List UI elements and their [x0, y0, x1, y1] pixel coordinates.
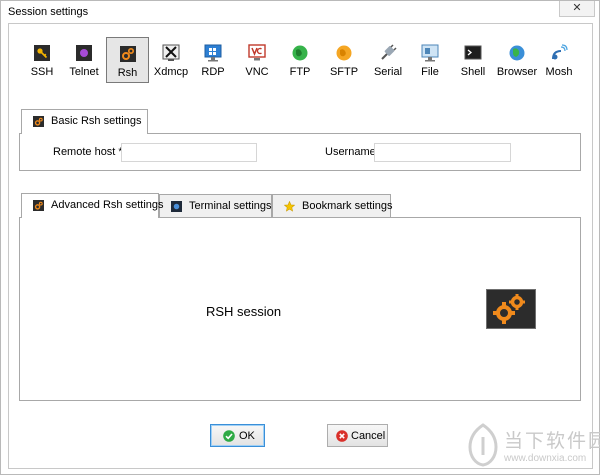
username-label: Username: [325, 146, 376, 158]
session-type-toolbar: SSH Telnet Rsh Xdmcp RDP VNC FTP SFTP Se…: [18, 37, 578, 85]
remote-host-label: Remote host *: [53, 146, 123, 158]
terminal-icon: [171, 201, 182, 212]
serial-plug-icon: [381, 44, 397, 60]
rsh-session-gears-icon: [486, 289, 536, 329]
toolbar-label: Telnet: [69, 66, 99, 78]
session-type-file[interactable]: File: [410, 37, 450, 83]
rsh-gears-icon: [119, 46, 136, 62]
telnet-icon: [76, 45, 92, 61]
session-type-vnc[interactable]: VNC: [237, 37, 277, 83]
sftp-icon: [336, 45, 352, 61]
watermark-logo-icon: [468, 423, 498, 467]
tab-terminal-settings[interactable]: Terminal settings: [159, 194, 272, 218]
toolbar-label: RDP: [201, 66, 225, 78]
watermark-text: 当下软件园: [504, 431, 600, 452]
rdp-monitor-icon: [204, 44, 222, 62]
watermark: 当下软件园 www.downxia.com: [466, 423, 600, 471]
ftp-globe-icon: [292, 45, 308, 61]
shell-terminal-icon: [464, 45, 482, 60]
vnc-icon: [248, 44, 266, 61]
session-type-ftp[interactable]: FTP: [281, 37, 319, 83]
username-input[interactable]: [374, 143, 511, 162]
session-type-browser[interactable]: Browser: [495, 37, 539, 83]
watermark-url: www.downxia.com: [504, 453, 587, 464]
session-type-sftp[interactable]: SFTP: [323, 37, 365, 83]
session-type-xdmcp[interactable]: Xdmcp: [151, 37, 191, 83]
tab-label: Terminal settings: [189, 200, 272, 212]
close-button[interactable]: ✕: [559, 1, 595, 17]
toolbar-label: SFTP: [329, 66, 359, 78]
tab-label: Advanced Rsh settings: [51, 199, 164, 211]
close-icon: ✕: [572, 2, 582, 14]
toolbar-label: VNC: [245, 66, 269, 78]
ok-button[interactable]: OK: [210, 424, 265, 447]
session-type-mosh[interactable]: Mosh: [541, 37, 577, 83]
tab-basic-rsh-settings[interactable]: Basic Rsh settings: [21, 109, 148, 134]
file-monitor-icon: [421, 44, 439, 62]
ok-label: OK: [239, 430, 255, 442]
toolbar-label: File: [421, 66, 439, 78]
tab-label: Basic Rsh settings: [51, 115, 142, 127]
session-type-telnet[interactable]: Telnet: [64, 37, 104, 83]
toolbar-label: Xdmcp: [153, 66, 189, 78]
cancel-label: Cancel: [351, 430, 386, 442]
checkmark-icon: [223, 430, 235, 442]
star-icon: [284, 201, 295, 212]
rsh-gears-icon: [33, 116, 44, 127]
toolbar-label: SSH: [30, 66, 54, 78]
session-type-ssh[interactable]: SSH: [22, 37, 62, 83]
tab-label: Bookmark settings: [302, 200, 393, 212]
gears-icon: [33, 200, 44, 211]
toolbar-label: Serial: [373, 66, 403, 78]
cancel-button[interactable]: Cancel: [327, 424, 388, 447]
tab-bookmark-settings[interactable]: Bookmark settings: [272, 194, 393, 218]
session-settings-window: Session settings ✕ SSH Telnet Rsh Xdmcp …: [0, 0, 600, 475]
toolbar-label: Shell: [460, 66, 486, 78]
ssh-key-icon: [34, 45, 50, 61]
mosh-satellite-icon: [552, 44, 568, 60]
remote-host-input[interactable]: [121, 143, 257, 162]
session-type-rsh[interactable]: Rsh: [106, 37, 149, 83]
toolbar-label: Browser: [496, 66, 538, 78]
browser-globe-icon: [509, 45, 525, 61]
toolbar-label: Rsh: [117, 67, 138, 79]
cancel-x-icon: [336, 430, 348, 442]
toolbar-label: Mosh: [545, 66, 573, 78]
session-type-rdp[interactable]: RDP: [193, 37, 233, 83]
window-title: Session settings: [8, 6, 89, 18]
session-type-shell[interactable]: Shell: [454, 37, 492, 83]
tab-advanced-rsh-settings[interactable]: Advanced Rsh settings: [21, 193, 164, 218]
session-type-serial[interactable]: Serial: [368, 37, 408, 83]
title-bar: Session settings ✕: [1, 1, 599, 23]
xdmcp-icon: [162, 44, 180, 61]
session-type-label: RSH session: [206, 304, 282, 319]
toolbar-label: FTP: [289, 66, 311, 78]
